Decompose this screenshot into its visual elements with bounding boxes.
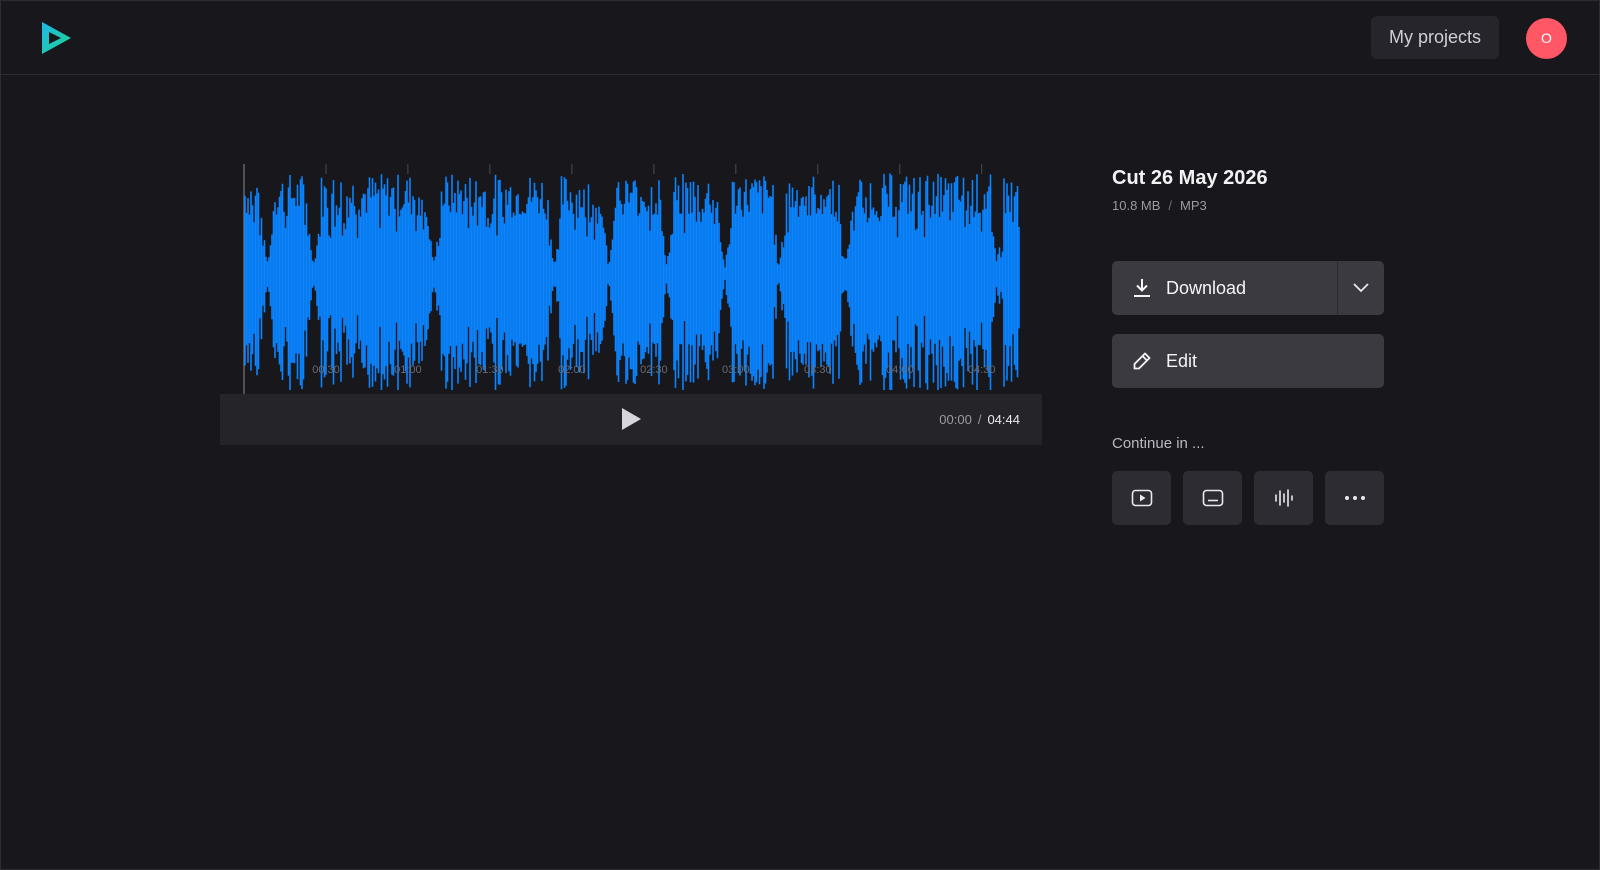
player-controls: 00:00 / 04:44	[220, 394, 1042, 445]
pencil-icon	[1133, 352, 1151, 370]
continue-more-button[interactable]	[1325, 471, 1384, 525]
timeline-tick-label: 00:30	[312, 364, 340, 376]
play-icon[interactable]	[618, 406, 644, 432]
timeline-tick-label: 03:30	[804, 364, 832, 376]
edit-button[interactable]: Edit	[1112, 334, 1384, 388]
timeline-tick-label: 02:00	[558, 364, 586, 376]
download-button-group: Download	[1112, 261, 1384, 315]
edit-label: Edit	[1166, 351, 1198, 371]
avatar[interactable]: O	[1526, 18, 1567, 59]
file-meta: 10.8 MB / MP3	[1112, 198, 1384, 213]
continue-audio-button[interactable]	[1254, 471, 1313, 525]
time-separator: /	[977, 412, 982, 427]
timeline-tick-label: 01:00	[394, 364, 422, 376]
file-title: Cut 26 May 2026	[1112, 167, 1268, 189]
waveform-area[interactable]: 00:30 01:00 01:30 02:00 02:30 03:00 03:30 04:00…	[220, 164, 1042, 394]
download-label: Download	[1166, 278, 1247, 298]
play-triangle-logo[interactable]	[39, 20, 73, 56]
download-options-button[interactable]	[1337, 261, 1384, 315]
file-size: 10.8 MB	[1112, 198, 1161, 213]
continue-label: Continue in ...	[1112, 435, 1205, 452]
meta-separator: /	[1168, 198, 1173, 213]
chevron-down-icon	[1353, 283, 1369, 293]
timeline-tick-label: 04:00	[886, 364, 914, 376]
download-button[interactable]: Download	[1112, 261, 1337, 315]
timeline-tick-label: 01:30	[476, 364, 504, 376]
duration: 04:44	[987, 412, 1020, 427]
continue-subtitles-button[interactable]	[1183, 471, 1242, 525]
waveform[interactable]: 00:30 01:00 01:30 02:00 02:30 03:00 03:30 04:00…	[220, 164, 1042, 394]
subtitles-icon	[1202, 489, 1224, 507]
continue-video-button[interactable]	[1112, 471, 1171, 525]
time-display: 00:00 / 04:44	[939, 394, 1020, 445]
video-player-icon	[1131, 489, 1153, 507]
waveform-bars	[244, 173, 1020, 390]
timeline-tick-label: 02:30	[640, 364, 668, 376]
file-panel: Cut 26 May 2026 10.8 MB / MP3 Download E…	[1112, 164, 1384, 525]
download-icon	[1134, 279, 1150, 297]
file-format: MP3	[1180, 198, 1207, 213]
timeline-tick-label: 04:30	[968, 364, 996, 376]
audio-waveform-icon	[1275, 489, 1293, 507]
audio-player: 00:30 01:00 01:30 02:00 02:30 03:00 03:30 04:00…	[220, 164, 1042, 446]
app-window: My projects O 00:30 01:00 01:30 02:00 02:30 0…	[0, 0, 1600, 870]
more-icon	[1345, 496, 1365, 500]
timeline-tick-label: 03:00	[722, 364, 750, 376]
my-projects-button[interactable]: My projects	[1370, 16, 1499, 59]
continue-options	[1112, 471, 1384, 525]
top-bar: My projects O	[1, 1, 1599, 75]
current-time: 00:00	[939, 412, 972, 427]
